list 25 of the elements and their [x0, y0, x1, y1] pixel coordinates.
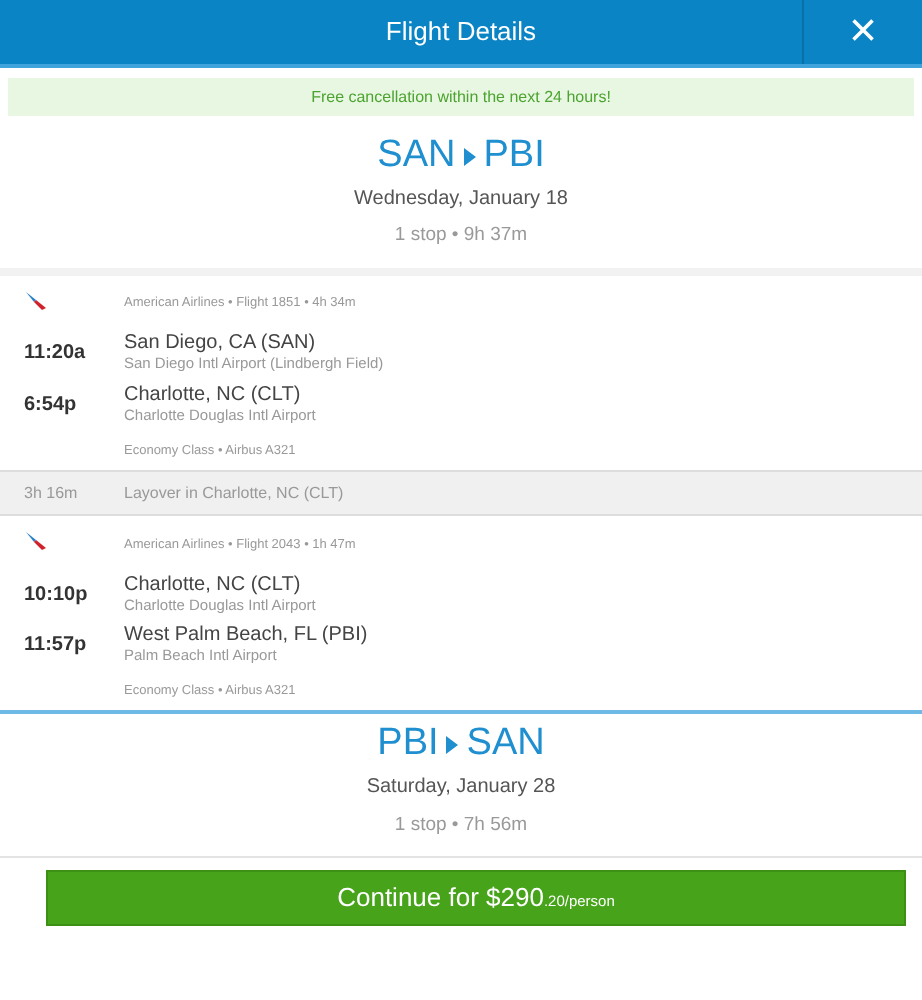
close-button[interactable]: × — [802, 0, 922, 64]
trip-date: Saturday, January 28 — [366, 776, 556, 799]
dialog-title: Flight Details — [385, 17, 537, 47]
departure-time: 11:20a — [24, 342, 86, 365]
airline-logo-icon — [24, 530, 48, 553]
route-destination: SAN — [466, 724, 545, 767]
route-destination: PBI — [483, 136, 545, 179]
route-origin: PBI — [377, 724, 439, 767]
arrow-icon — [463, 148, 476, 167]
city-name: San Diego, CA (SAN) — [124, 332, 316, 357]
city-name: West Palm Beach, FL (PBI) — [124, 624, 368, 649]
departure-time: 10:10p — [24, 583, 88, 606]
layover-text: Layover in Charlotte, NC (CLT) — [124, 483, 344, 503]
trip-date: Wednesday, January 18 — [354, 188, 568, 211]
trip-summary: 1 stop • 9h 37m — [394, 224, 528, 247]
layover-duration: 3h 16m — [24, 483, 78, 502]
cancellation-notice: Free cancellation within the next 24 hours! — [8, 78, 914, 117]
city-name: Charlotte, NC (CLT) — [124, 573, 301, 598]
arrow-icon — [446, 736, 459, 755]
departure-time: 6:54p — [24, 393, 77, 416]
city-name: Charlotte, NC (CLT) — [124, 383, 301, 408]
airline-logo-icon — [24, 289, 48, 312]
route-origin: SAN — [377, 136, 456, 179]
departure-time: 11:57p — [24, 634, 87, 657]
trip-summary: 1 stop • 7h 56m — [394, 813, 528, 836]
